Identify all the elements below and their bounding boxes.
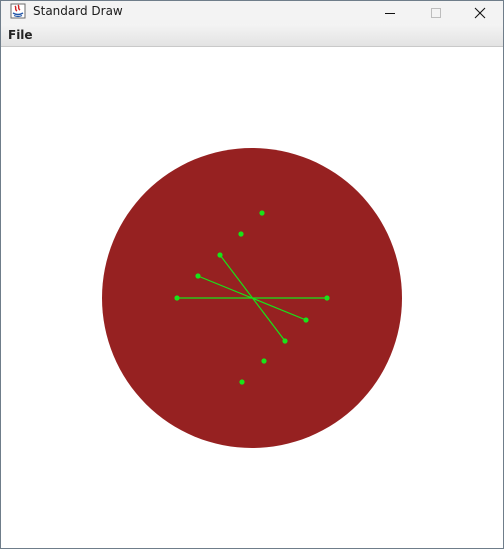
drawing-svg xyxy=(102,148,402,448)
point xyxy=(261,358,267,364)
maximize-button[interactable] xyxy=(413,1,459,24)
menu-bar: File xyxy=(1,24,503,47)
menu-file[interactable]: File xyxy=(8,28,33,42)
point xyxy=(303,317,309,323)
drawing-canvas[interactable] xyxy=(1,47,503,548)
point xyxy=(282,338,288,344)
close-button[interactable] xyxy=(457,1,503,24)
point xyxy=(195,273,201,279)
window-title: Standard Draw xyxy=(33,4,123,18)
point xyxy=(239,379,245,385)
close-icon xyxy=(474,7,486,18)
point xyxy=(324,295,330,301)
standard-draw-window: Standard Draw File xyxy=(0,0,504,549)
point xyxy=(174,295,180,301)
minimize-icon xyxy=(385,12,395,14)
minimize-button[interactable] xyxy=(367,1,413,24)
title-bar[interactable]: Standard Draw xyxy=(1,1,503,24)
point xyxy=(217,252,223,258)
java-icon xyxy=(10,3,26,19)
point xyxy=(238,231,244,237)
maximize-icon xyxy=(431,7,441,18)
point xyxy=(259,210,265,216)
